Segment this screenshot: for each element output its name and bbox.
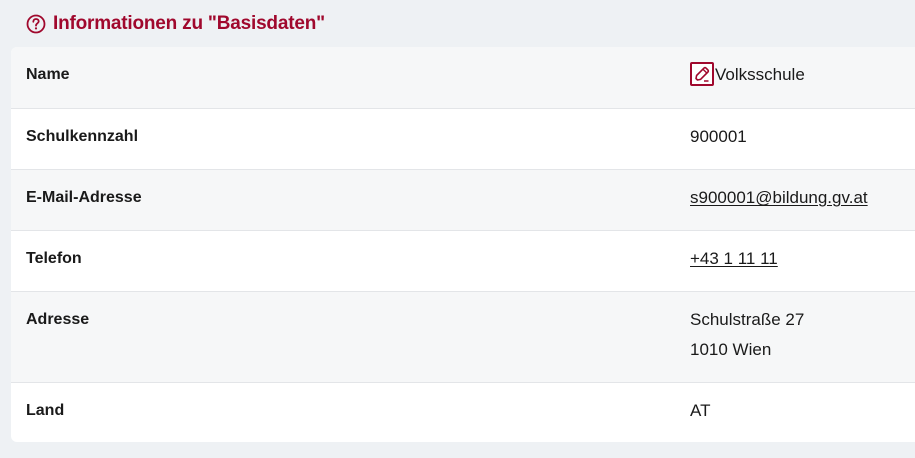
phone-link[interactable]: +43 1 11 11 bbox=[690, 244, 778, 274]
email-link[interactable]: s900001@bildung.gv.at bbox=[690, 183, 868, 213]
table-row-email: E-Mail-Adresse s900001@bildung.gv.at bbox=[11, 170, 915, 231]
row-label: Schulkennzahl bbox=[26, 128, 139, 145]
school-code: 900001 bbox=[690, 127, 747, 146]
help-circle-icon[interactable] bbox=[26, 14, 46, 34]
basisdaten-table: Name Volksschule Schulkennzahl 900001 E-… bbox=[11, 47, 915, 442]
edit-pencil-icon bbox=[695, 66, 710, 82]
row-label: E-Mail-Adresse bbox=[26, 189, 142, 206]
address-value: Schulstraße 27 1010 Wien bbox=[690, 305, 804, 365]
row-label: Telefon bbox=[26, 250, 82, 267]
row-label: Name bbox=[26, 66, 70, 83]
address-street: Schulstraße 27 bbox=[690, 310, 805, 329]
edit-name-button[interactable] bbox=[690, 61, 714, 86]
section-header: Informationen zu "Basisdaten" bbox=[0, 0, 915, 47]
table-row-schulkennzahl: Schulkennzahl 900001 bbox=[11, 109, 915, 170]
table-row-land: Land AT bbox=[11, 383, 915, 442]
section-title: Informationen zu "Basisdaten" bbox=[53, 12, 325, 34]
table-row-adresse: Adresse Schulstraße 27 1010 Wien bbox=[11, 292, 915, 383]
school-name: Volksschule bbox=[715, 65, 805, 84]
table-row-name: Name Volksschule bbox=[11, 47, 915, 109]
row-value: Volksschule bbox=[690, 60, 805, 90]
country-value: AT bbox=[690, 401, 711, 420]
address-city: 1010 Wien bbox=[690, 340, 772, 359]
table-row-telefon: Telefon +43 1 11 11 bbox=[11, 231, 915, 292]
row-label: Land bbox=[26, 402, 65, 419]
row-label: Adresse bbox=[26, 311, 90, 328]
